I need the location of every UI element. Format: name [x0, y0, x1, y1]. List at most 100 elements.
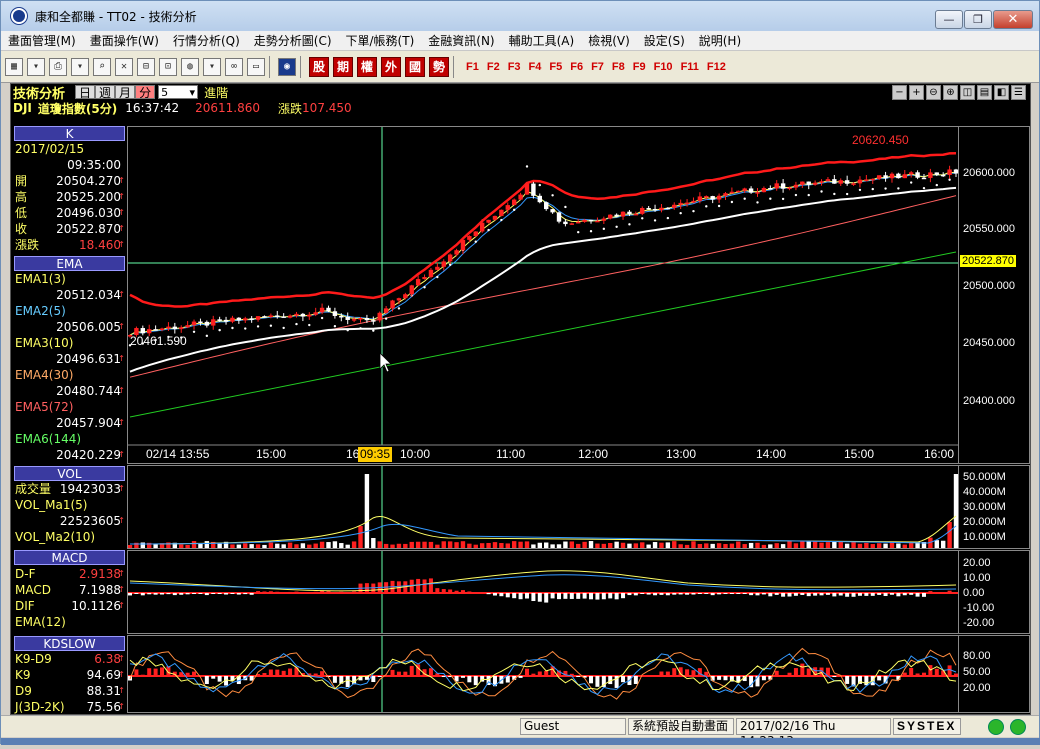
- kd-histogram-bar: [428, 668, 433, 676]
- fkey-button-9[interactable]: F10: [654, 61, 673, 73]
- dropdown-icon[interactable]: ▾: [203, 57, 221, 76]
- globe-icon[interactable]: ◍: [181, 57, 199, 76]
- kd-histogram-bar: [518, 676, 523, 678]
- fkey-button-2[interactable]: F3: [508, 61, 521, 73]
- macd-histogram-bar: [428, 578, 433, 593]
- kd-histogram-bar: [800, 663, 805, 676]
- interval-select[interactable]: 5 ▾: [158, 85, 199, 99]
- sar-dot: [192, 330, 196, 333]
- link-icon[interactable]: ∞: [225, 57, 243, 76]
- macd-histogram-bar: [166, 593, 171, 595]
- cancel-icon[interactable]: ✕: [115, 57, 133, 76]
- market-button-1[interactable]: 期: [333, 56, 353, 77]
- fkey-button-7[interactable]: F8: [612, 61, 625, 73]
- candle-body: [377, 312, 382, 321]
- volume-bar: [441, 541, 446, 548]
- period-tab-3[interactable]: 分: [135, 85, 156, 100]
- kd-histogram-bar: [377, 676, 382, 677]
- macd-histogram-bar: [179, 593, 184, 595]
- menu-item-0[interactable]: 畫面管理(M): [1, 32, 83, 49]
- fkey-button-4[interactable]: F5: [549, 61, 562, 73]
- search-icon[interactable]: ⌕: [93, 57, 111, 76]
- volume-bar: [499, 543, 504, 548]
- candle-body: [947, 169, 952, 175]
- grid-icon[interactable]: ⊟: [137, 57, 155, 76]
- candle-body: [332, 311, 338, 316]
- market-buttons: 股期權外國勢: [305, 56, 449, 77]
- chart-control-7[interactable]: ☰: [1011, 84, 1026, 100]
- kd-histogram-bar: [531, 673, 536, 676]
- macd-histogram-bar: [313, 591, 318, 593]
- dropdown-icon[interactable]: ▾: [71, 57, 89, 76]
- chart-control-6[interactable]: ◧: [994, 84, 1009, 100]
- minimize-button[interactable]: —: [935, 10, 963, 29]
- fkey-button-3[interactable]: F4: [529, 61, 542, 73]
- kd-histogram-bar: [672, 668, 677, 676]
- sar-dot: [679, 211, 682, 215]
- volume-bar: [908, 542, 914, 548]
- menu-item-6[interactable]: 輔助工具(A): [502, 32, 582, 49]
- dropdown-icon[interactable]: ▾: [27, 57, 45, 76]
- menu-item-4[interactable]: 下單/帳務(T): [339, 32, 422, 49]
- macd-histogram-bar: [659, 593, 664, 595]
- fkey-button-5[interactable]: F6: [570, 61, 583, 73]
- market-button-2[interactable]: 權: [357, 56, 377, 77]
- resize-icon[interactable]: ⊡: [159, 57, 177, 76]
- sar-dot: [295, 322, 298, 326]
- brand-icon[interactable]: ◉: [278, 57, 296, 76]
- price-chart[interactable]: 20620.450 20461.590 02/14 13:55 15:00 16 10:0…: [127, 126, 959, 464]
- macd-histogram-bar: [870, 593, 875, 596]
- candle-body: [550, 209, 555, 213]
- maximize-button[interactable]: ❐: [964, 10, 992, 29]
- menu-item-2[interactable]: 行情分析(Q): [166, 32, 247, 49]
- chart-control-4[interactable]: ◫: [960, 84, 975, 100]
- window-icon[interactable]: ▭: [247, 57, 265, 76]
- volume-bar: [281, 544, 286, 548]
- volume-bar: [748, 542, 754, 548]
- market-button-3[interactable]: 外: [381, 56, 401, 77]
- macd-histogram-bar: [633, 593, 638, 596]
- volume-bar: [659, 542, 664, 548]
- period-tab-1[interactable]: 週: [95, 85, 116, 100]
- menu-item-3[interactable]: 走勢分析圖(C): [247, 32, 339, 49]
- menu-item-5[interactable]: 金融資訊(N): [421, 32, 501, 49]
- period-tab-2[interactable]: 月: [115, 85, 136, 100]
- fkey-button-0[interactable]: F1: [466, 61, 479, 73]
- chart-control-0[interactable]: −: [892, 84, 907, 100]
- fkey-button-6[interactable]: F7: [591, 61, 604, 73]
- chart-control-1[interactable]: +: [909, 84, 924, 100]
- market-button-4[interactable]: 國: [405, 56, 425, 77]
- printer-icon[interactable]: ⎙: [49, 57, 67, 76]
- volume-bar: [345, 544, 350, 548]
- chart-control-3[interactable]: ⊕: [943, 84, 958, 100]
- chart-control-2[interactable]: ⊖: [926, 84, 941, 100]
- menu-item-8[interactable]: 設定(S): [637, 32, 692, 49]
- fkey-button-10[interactable]: F11: [681, 61, 699, 73]
- panel_kd-row: D9 88.31 ↑: [14, 683, 125, 699]
- up-arrow-icon: ↑: [118, 686, 125, 695]
- volume-chart[interactable]: [127, 465, 959, 549]
- macd-histogram-bar: [512, 593, 517, 599]
- fkey-button-8[interactable]: F9: [633, 61, 646, 73]
- menu-item-9[interactable]: 說明(H): [692, 32, 748, 49]
- market-button-5[interactable]: 勢: [429, 56, 449, 77]
- candle-body: [140, 328, 146, 334]
- fkey-button-1[interactable]: F2: [487, 61, 500, 73]
- up-arrow-icon: ↑: [118, 450, 125, 459]
- fkey-button-11[interactable]: F12: [707, 61, 726, 73]
- advanced-link[interactable]: 進階: [204, 84, 228, 101]
- candle-body: [563, 221, 568, 225]
- kd-chart[interactable]: [127, 635, 959, 713]
- axis-tick-label: 20.00: [963, 682, 991, 694]
- layout-icon[interactable]: ▦: [5, 57, 23, 76]
- close-button[interactable]: ✕: [993, 10, 1033, 29]
- menu-item-1[interactable]: 畫面操作(W): [83, 32, 166, 49]
- market-button-0[interactable]: 股: [309, 56, 329, 77]
- axis-tick-label: 20600.000: [963, 167, 1015, 179]
- menu-item-7[interactable]: 檢視(V): [581, 32, 637, 49]
- up-arrow-icon: ↑: [118, 322, 125, 331]
- macd-chart[interactable]: [127, 550, 959, 634]
- chart-control-5[interactable]: ▤: [977, 84, 992, 100]
- period-tab-0[interactable]: 日: [75, 85, 96, 100]
- volume-bar: [582, 541, 587, 548]
